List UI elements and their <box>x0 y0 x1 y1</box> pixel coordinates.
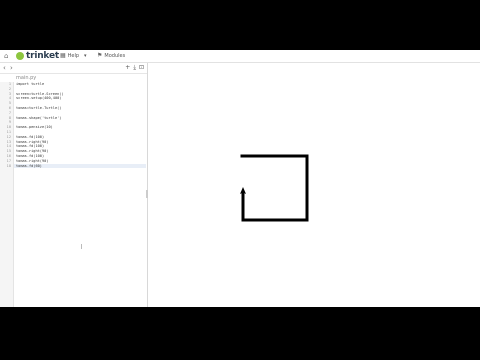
mouse-cursor-icon <box>81 244 82 249</box>
code-text: tomas.fd(60) <box>16 163 42 168</box>
turtle-canvas <box>240 154 309 222</box>
file-tab-main[interactable]: main.py <box>16 75 36 82</box>
code-editor-panel: ‹ › + ⤓ ⊡ main.py 1 import turtle 2 3 screen… <box>0 63 148 307</box>
top-navigation-bar: ⌂ trinket ▦ Help ▾ ⚑ Modules <box>0 50 480 63</box>
upload-image-icon[interactable]: ⊡ <box>139 64 144 72</box>
modules-icon: ⚑ <box>97 52 103 59</box>
trinket-logo[interactable]: trinket <box>16 51 59 61</box>
modules-label: Modules <box>104 53 126 59</box>
turtle-drawn-path <box>240 154 309 222</box>
menu-caret-icon[interactable]: ▾ <box>84 52 87 60</box>
trinket-app: ⌂ trinket ▦ Help ▾ ⚑ Modules ‹ › + ⤓ ⊡ m… <box>0 50 480 307</box>
download-icon[interactable]: ⤓ <box>133 64 136 72</box>
code-area[interactable]: 1 import turtle 2 3 screen=turtle.Screen() 4 s… <box>7 82 146 169</box>
line-number: 18 <box>6 163 11 168</box>
code-line[interactable]: 18 tomas.fd(60) <box>7 163 146 169</box>
home-icon[interactable]: ⌂ <box>4 52 8 60</box>
modules-menu[interactable]: ⚑ Modules <box>97 52 125 60</box>
turtle-output-panel <box>148 63 480 307</box>
history-arrows-icon[interactable]: ‹ › <box>3 64 14 72</box>
help-label: Help <box>67 53 80 59</box>
help-menu[interactable]: ▦ Help <box>60 52 79 60</box>
add-file-icon[interactable]: + <box>125 64 130 72</box>
help-icon: ▦ <box>60 52 66 59</box>
editor-toolbar: ‹ › + ⤓ ⊡ <box>0 63 147 74</box>
trinket-logo-icon <box>16 52 24 60</box>
brand-name: trinket <box>26 51 59 61</box>
